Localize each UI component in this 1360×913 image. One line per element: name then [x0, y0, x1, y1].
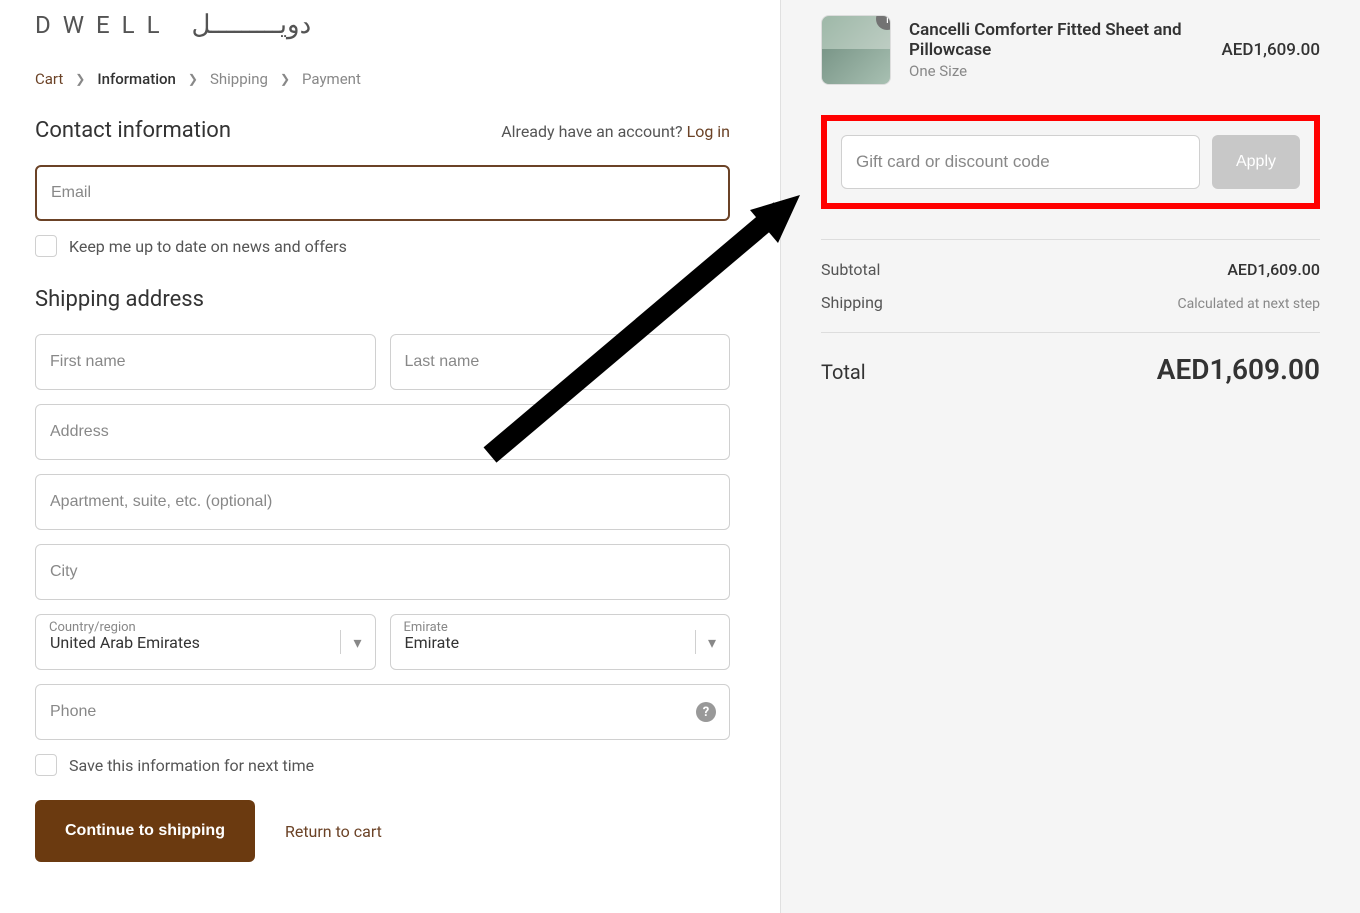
product-price: AED1,609.00	[1222, 40, 1320, 60]
product-thumbnail: 1	[821, 15, 891, 85]
apartment-field[interactable]	[35, 474, 730, 530]
last-name-field[interactable]	[390, 334, 731, 390]
country-label: Country/region	[49, 620, 136, 635]
email-field[interactable]	[35, 165, 730, 221]
subtotal-label: Subtotal	[821, 260, 880, 279]
breadcrumb: Cart ❯ Information ❯ Shipping ❯ Payment	[35, 70, 730, 88]
help-icon[interactable]: ?	[696, 702, 716, 722]
breadcrumb-shipping: Shipping	[210, 70, 268, 88]
continue-button[interactable]: Continue to shipping	[35, 800, 255, 862]
emirate-value: Emirate	[405, 633, 460, 652]
shipping-label: Shipping	[821, 293, 883, 312]
product-variant: One Size	[909, 62, 1204, 80]
chevron-right-icon: ❯	[75, 72, 85, 86]
apply-button[interactable]: Apply	[1212, 135, 1300, 189]
account-prompt: Already have an account? Log in	[501, 122, 730, 141]
shipping-note: Calculated at next step	[1178, 296, 1320, 312]
chevron-right-icon: ❯	[280, 72, 290, 86]
address-field[interactable]	[35, 404, 730, 460]
discount-code-input[interactable]	[841, 135, 1200, 189]
breadcrumb-payment: Payment	[302, 70, 361, 88]
discount-code-section: Apply	[821, 115, 1320, 209]
return-to-cart-link[interactable]: Return to cart	[285, 822, 382, 841]
quantity-badge: 1	[876, 15, 891, 30]
total-label: Total	[821, 360, 866, 384]
country-value: United Arab Emirates	[50, 633, 200, 652]
product-name: Cancelli Comforter Fitted Sheet and Pill…	[909, 20, 1204, 60]
total-value: AED1,609.00	[1157, 353, 1320, 386]
phone-field[interactable]	[35, 684, 730, 740]
news-checkbox-label: Keep me up to date on news and offers	[69, 237, 347, 256]
breadcrumb-cart[interactable]: Cart	[35, 70, 63, 88]
subtotal-value: AED1,609.00	[1227, 260, 1320, 279]
first-name-field[interactable]	[35, 334, 376, 390]
save-info-checkbox[interactable]	[35, 754, 57, 776]
emirate-label: Emirate	[404, 620, 448, 635]
breadcrumb-information: Information	[97, 70, 176, 88]
shipping-address-title: Shipping address	[35, 287, 730, 312]
logo-arabic: دويـــــــــل	[192, 10, 312, 40]
chevron-right-icon: ❯	[188, 72, 198, 86]
login-link[interactable]: Log in	[687, 122, 730, 141]
save-info-label: Save this information for next time	[69, 756, 314, 775]
account-prompt-text: Already have an account?	[501, 122, 682, 141]
news-checkbox[interactable]	[35, 235, 57, 257]
chevron-down-icon: ▾	[695, 630, 716, 654]
logo-english: DWELL	[35, 11, 172, 39]
city-field[interactable]	[35, 544, 730, 600]
contact-info-title: Contact information	[35, 118, 231, 143]
brand-logo: DWELL دويـــــــــل	[35, 10, 730, 40]
chevron-down-icon: ▾	[340, 630, 361, 654]
cart-item: 1 Cancelli Comforter Fitted Sheet and Pi…	[821, 15, 1320, 85]
